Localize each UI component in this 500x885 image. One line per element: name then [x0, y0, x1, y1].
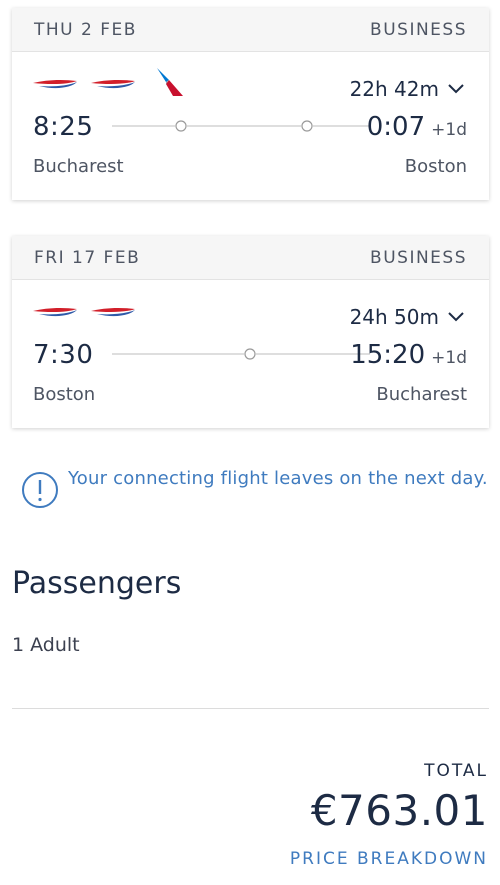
price-breakdown-link[interactable]: PRICE BREAKDOWN — [290, 849, 488, 869]
flight-card-body: 24h 50m 7:30 15:20 +1d Boston Bucharest — [12, 280, 489, 428]
info-circle-icon — [22, 472, 58, 508]
flight-card-return[interactable]: FRI 17 FEB BUSINESS 24h 50m 7:30 15:20 +… — [12, 236, 489, 428]
duration-toggle[interactable]: 24h 50m — [350, 305, 465, 329]
airline-logos — [33, 68, 187, 98]
british-airways-logo-icon — [33, 79, 77, 89]
cabin-class: BUSINESS — [370, 19, 467, 40]
american-airlines-logo-icon — [157, 68, 183, 96]
flight-card-header: FRI 17 FEB BUSINESS — [12, 236, 489, 280]
british-airways-logo-icon — [33, 307, 77, 317]
arrival-time-group: 0:07 +1d — [367, 112, 467, 142]
chevron-down-icon[interactable] — [447, 83, 465, 95]
total-label: TOTAL — [424, 761, 488, 781]
flight-card-body: 22h 42m 8:25 0:07 +1d Bucharest Boston — [12, 52, 489, 200]
day-offset: +1d — [431, 348, 467, 368]
route-line-one-stop — [112, 348, 370, 360]
flight-summary-page: THU 2 FEB BUSINESS 22h 42m 8:25 0:07 +1d… — [0, 0, 500, 885]
next-day-notice: Your connecting flight leaves on the nex… — [20, 466, 490, 510]
flight-duration: 22h 42m — [349, 77, 439, 101]
duration-toggle[interactable]: 22h 42m — [350, 77, 465, 101]
section-divider — [12, 708, 489, 709]
passenger-count: 1 Adult — [12, 634, 80, 656]
total-price: €763.01 — [310, 786, 488, 835]
origin-city: Bucharest — [33, 156, 124, 177]
arrival-time: 0:07 — [366, 112, 426, 142]
destination-city: Boston — [404, 156, 467, 177]
flight-date: THU 2 FEB — [34, 19, 137, 40]
flight-card-header: THU 2 FEB BUSINESS — [12, 8, 489, 52]
flight-duration: 24h 50m — [349, 305, 439, 329]
chevron-down-icon[interactable] — [447, 311, 465, 323]
route-line-two-stops — [112, 120, 370, 132]
flight-date: FRI 17 FEB — [34, 247, 141, 268]
passengers-heading: Passengers — [12, 566, 182, 601]
cabin-class: BUSINESS — [370, 247, 467, 268]
british-airways-logo-icon — [91, 79, 135, 89]
origin-city: Boston — [33, 384, 96, 405]
departure-time: 8:25 — [33, 112, 94, 142]
british-airways-logo-icon — [91, 307, 135, 317]
flight-card-outbound[interactable]: THU 2 FEB BUSINESS 22h 42m 8:25 0:07 +1d… — [12, 8, 489, 200]
arrival-time: 15:20 — [350, 340, 426, 370]
destination-city: Bucharest — [376, 384, 467, 405]
notice-text: Your connecting flight leaves on the nex… — [68, 468, 488, 489]
departure-time: 7:30 — [33, 340, 94, 370]
arrival-time-group: 15:20 +1d — [350, 340, 467, 370]
airline-logos — [33, 296, 135, 326]
day-offset: +1d — [431, 120, 467, 140]
